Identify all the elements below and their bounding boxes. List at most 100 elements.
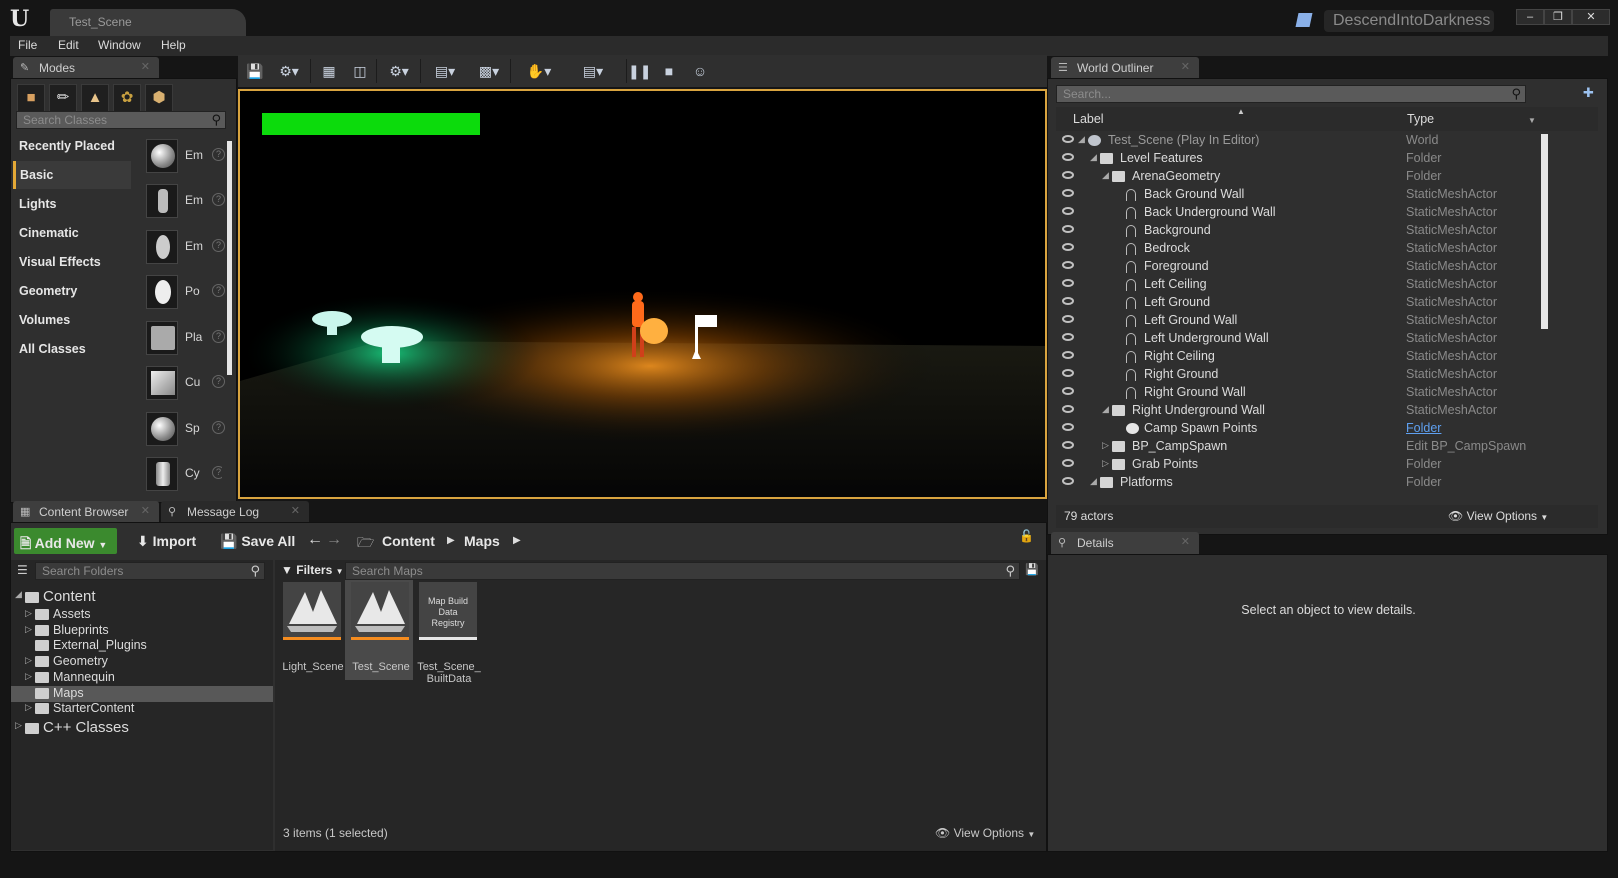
expand-arrow-icon[interactable]: ▷ xyxy=(25,655,32,666)
help-icon[interactable]: ? xyxy=(212,466,222,479)
help-icon[interactable]: ? xyxy=(212,375,225,388)
foliage-mode-button[interactable]: ✿ xyxy=(113,84,141,112)
folder-maps[interactable]: Maps xyxy=(11,686,273,702)
save-all-button[interactable]: 💾 Save All xyxy=(214,528,301,554)
help-icon[interactable]: ? xyxy=(212,148,225,161)
import-button[interactable]: ⬇ Import xyxy=(131,528,202,554)
eye-icon[interactable] xyxy=(1062,171,1074,179)
folder-geometry[interactable]: ▷ Geometry xyxy=(11,654,273,670)
close-icon[interactable]: ✕ xyxy=(291,504,300,517)
close-window-button[interactable]: ✕ xyxy=(1572,9,1610,25)
outliner-row-folder[interactable]: ◢ Platforms Folder xyxy=(1056,474,1546,492)
eye-icon[interactable] xyxy=(1062,333,1074,341)
breadcrumb-content[interactable]: Content xyxy=(382,533,435,549)
search-folders-input[interactable]: Search Folders ⚲ xyxy=(35,562,265,580)
place-item-empty-pawn[interactable]: Em ? xyxy=(136,226,225,270)
expand-arrow-icon[interactable]: ▷ xyxy=(1102,458,1109,469)
close-icon[interactable]: ✕ xyxy=(141,60,150,73)
expand-arrow-icon[interactable]: ▷ xyxy=(25,671,32,682)
expand-arrow-icon[interactable]: ▷ xyxy=(1102,440,1109,451)
folder-starter-content[interactable]: ▷ StarterContent xyxy=(11,701,273,717)
eye-icon[interactable] xyxy=(1062,153,1074,161)
outliner-row-folder[interactable]: ◢ ArenaGeometry Folder xyxy=(1056,168,1546,186)
eye-icon[interactable] xyxy=(1062,243,1074,251)
outliner-row-actor[interactable]: Right Ground Wall StaticMeshActor xyxy=(1056,384,1546,402)
toggle-sources-icon[interactable]: ☰ xyxy=(17,563,28,577)
minimize-button[interactable]: – xyxy=(1516,9,1544,25)
collapse-arrow-icon[interactable]: ◢ xyxy=(1102,404,1109,415)
eye-icon[interactable] xyxy=(1062,459,1074,467)
place-item-sphere[interactable]: Sp ? xyxy=(136,408,225,452)
stop-icon[interactable]: ■ xyxy=(658,60,680,82)
outliner-row-actor[interactable]: Left Ground Wall StaticMeshActor xyxy=(1056,312,1546,330)
game-viewport[interactable] xyxy=(238,89,1047,499)
outliner-row-folder[interactable]: ◢ Level Features Folder xyxy=(1056,150,1546,168)
menu-window[interactable]: Window xyxy=(98,38,141,52)
close-icon[interactable]: ✕ xyxy=(141,504,150,517)
expand-arrow-icon[interactable]: ▷ xyxy=(25,702,32,713)
outliner-row-actor[interactable]: Right Ground StaticMeshActor xyxy=(1056,366,1546,384)
save-search-icon[interactable]: 💾 xyxy=(1025,563,1039,576)
cinematics-icon[interactable]: ▩▾ xyxy=(472,60,506,82)
category-all-classes[interactable]: All Classes xyxy=(13,335,131,363)
tab-message-log[interactable]: ⚲ Message Log ✕ xyxy=(161,501,309,523)
search-classes-input[interactable]: Search Classes ⚲ xyxy=(16,111,226,129)
forward-icon[interactable]: → xyxy=(326,531,342,549)
folder-content[interactable]: ◢ Content xyxy=(11,588,273,606)
outliner-row-actor[interactable]: Camp Spawn Points Folder xyxy=(1056,420,1546,438)
eye-icon[interactable] xyxy=(1062,297,1074,305)
tab-content-browser[interactable]: ▦ Content Browser ✕ xyxy=(13,501,159,523)
eye-icon[interactable] xyxy=(1062,279,1074,287)
menu-help[interactable]: Help xyxy=(161,38,186,52)
outliner-view-options-button[interactable]: 👁 View Options ▼ xyxy=(1448,509,1548,523)
tab-world-outliner[interactable]: ☰ World Outliner ✕ xyxy=(1051,57,1199,79)
filters-button[interactable]: ▼ Filters ▼ xyxy=(281,563,344,577)
source-control-icon[interactable]: ⚙▾ xyxy=(274,60,304,82)
help-icon[interactable]: ? xyxy=(212,330,225,343)
place-item-empty-character[interactable]: Em ? xyxy=(136,180,225,224)
collapse-arrow-icon[interactable]: ◢ xyxy=(1102,170,1109,181)
help-icon[interactable]: ? xyxy=(212,284,225,297)
eye-icon[interactable] xyxy=(1062,351,1074,359)
eye-icon[interactable] xyxy=(1062,441,1074,449)
paint-mode-button[interactable]: ✏ xyxy=(49,84,77,112)
eject-icon[interactable]: ☺ xyxy=(689,60,711,82)
eye-icon[interactable] xyxy=(1062,315,1074,323)
expand-arrow-icon[interactable]: ▷ xyxy=(15,720,22,731)
pause-icon[interactable]: ❚❚ xyxy=(628,60,651,82)
expand-arrow-icon[interactable]: ▷ xyxy=(25,624,32,635)
edit-blueprint-link[interactable]: Folder xyxy=(1406,421,1441,435)
eye-icon[interactable] xyxy=(1062,189,1074,197)
outliner-row-folder[interactable]: ▷ BP_CampSpawn Edit BP_CampSpawn xyxy=(1056,438,1546,456)
eye-icon[interactable] xyxy=(1062,423,1074,431)
eye-icon[interactable] xyxy=(1062,207,1074,215)
search-maps-input[interactable]: Search Maps ⚲ xyxy=(345,562,1020,580)
outliner-row-world[interactable]: ◢ Test_Scene (Play In Editor) World xyxy=(1056,132,1546,150)
eye-icon[interactable] xyxy=(1062,405,1074,413)
breadcrumb-arrow-icon[interactable]: ▶ xyxy=(447,535,455,546)
category-lights[interactable]: Lights xyxy=(13,190,131,218)
breadcrumb-maps[interactable]: Maps xyxy=(464,533,500,549)
category-volumes[interactable]: Volumes xyxy=(13,306,131,334)
help-icon[interactable]: ? xyxy=(212,239,225,252)
place-item-empty-actor[interactable]: Em ? xyxy=(136,135,225,179)
outliner-row-folder[interactable]: ◢ Right Underground Wall StaticMeshActor xyxy=(1056,402,1546,420)
menu-file[interactable]: File xyxy=(18,38,37,52)
help-icon[interactable]: ? xyxy=(212,421,225,434)
category-visual-effects[interactable]: Visual Effects xyxy=(13,248,131,276)
compile-icon[interactable]: ▤▾ xyxy=(572,60,614,82)
view-options-button[interactable]: 👁 View Options ▼ xyxy=(935,826,1035,840)
landscape-mode-button[interactable]: ▲ xyxy=(81,84,109,112)
tab-modes[interactable]: ✎ Modes ✕ xyxy=(13,57,159,79)
folder-mannequin[interactable]: ▷ Mannequin xyxy=(11,670,273,686)
outliner-row-actor[interactable]: Bedrock StaticMeshActor xyxy=(1056,240,1546,258)
folder-assets[interactable]: ▷ Assets xyxy=(11,607,273,623)
build-icon[interactable]: ✋▾ xyxy=(518,60,560,82)
add-new-button[interactable]: 🗎 Add New ▼ xyxy=(14,528,117,554)
category-geometry[interactable]: Geometry xyxy=(13,277,131,305)
collapse-arrow-icon[interactable]: ◢ xyxy=(1090,476,1097,487)
close-icon[interactable]: ✕ xyxy=(1181,60,1190,73)
place-mode-button[interactable]: ■ xyxy=(17,84,45,112)
outliner-row-actor[interactable]: Background StaticMeshActor xyxy=(1056,222,1546,240)
outliner-row-actor[interactable]: Left Underground Wall StaticMeshActor xyxy=(1056,330,1546,348)
